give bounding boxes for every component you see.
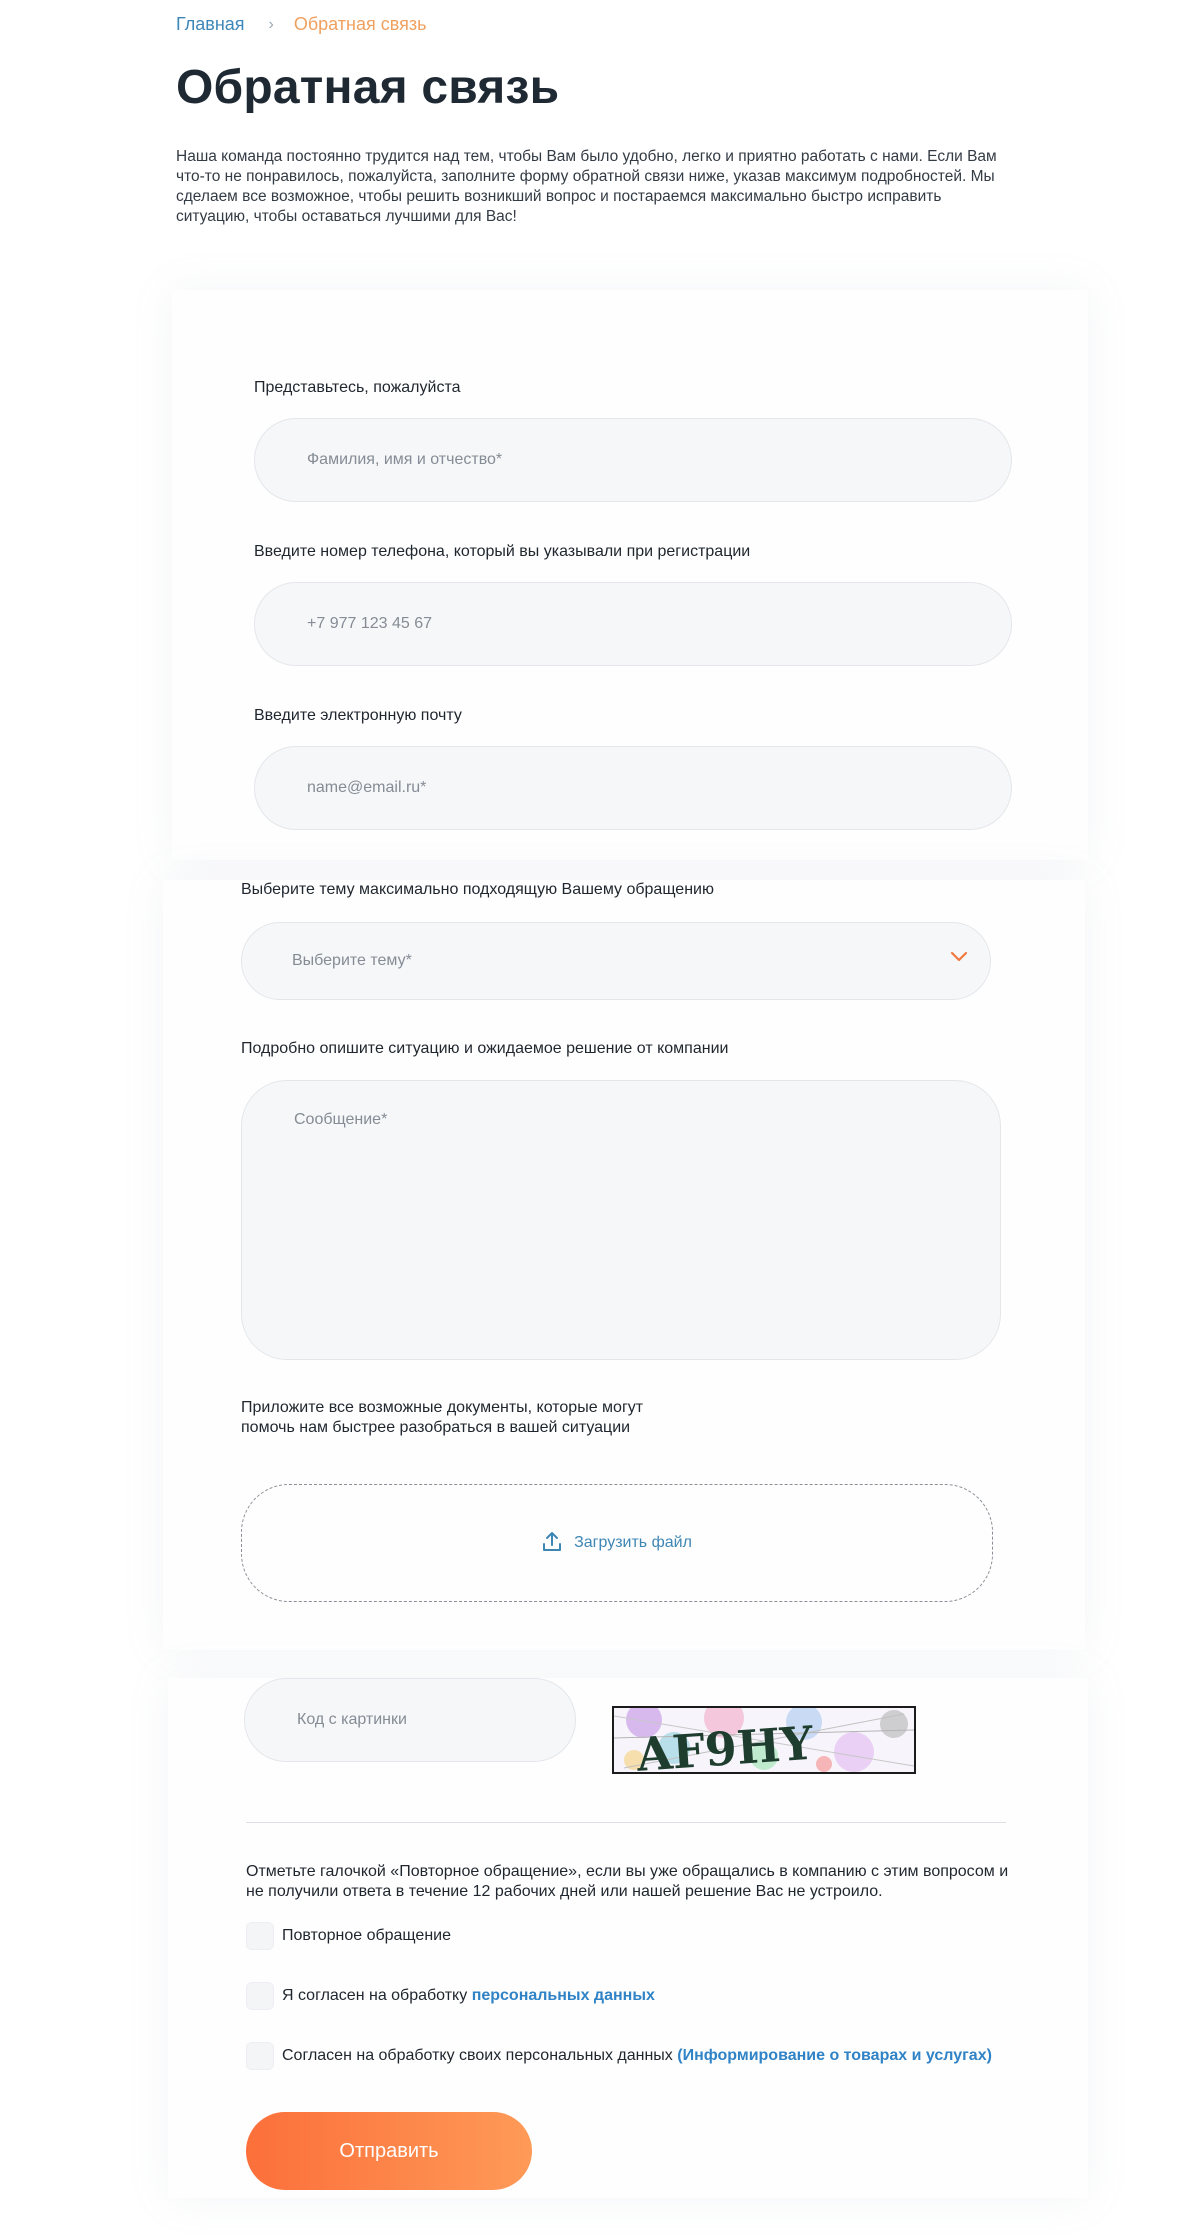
- marketing-checkbox[interactable]: [246, 2042, 274, 2070]
- topic-label: Выберите тему максимально подходящую Ваш…: [241, 881, 714, 898]
- name-label: Представьтесь, пожалуйста: [254, 379, 461, 396]
- personal-data-link[interactable]: персональных данных: [472, 1987, 655, 2005]
- phone-label: Введите номер телефона, который вы указы…: [254, 543, 751, 560]
- consent-checkbox-row[interactable]: Я согласен на обработку персональных дан…: [246, 1982, 655, 2010]
- phone-input[interactable]: +7 977 123 45 67: [254, 582, 1012, 666]
- captcha-image: AF9HY: [612, 1706, 916, 1774]
- breadcrumb-current: Обратная связь: [293, 14, 427, 34]
- marketing-label: Согласен на обработку своих персональных…: [282, 2047, 678, 2064]
- repeat-checkbox-row[interactable]: Повторное обращение: [246, 1922, 451, 1950]
- message-label: Подробно опишите ситуацию и ожидаемое ре…: [241, 1040, 729, 1057]
- chevron-down-icon: [950, 950, 968, 968]
- page-title: Обратная связь: [176, 61, 560, 114]
- submit-button[interactable]: Отправить: [246, 2112, 532, 2190]
- email-input[interactable]: name@email.ru*: [254, 746, 1012, 830]
- email-label: Введите электронную почту: [254, 707, 462, 724]
- topic-select[interactable]: Выберите тему*: [241, 922, 991, 1000]
- upload-label: Загрузить файл: [574, 1534, 692, 1551]
- topic-placeholder: Выберите тему*: [292, 952, 412, 969]
- consent-checkbox[interactable]: [246, 1982, 274, 2010]
- repeat-checkbox[interactable]: [246, 1922, 274, 1950]
- upload-dropzone[interactable]: Загрузить файл: [241, 1484, 993, 1602]
- form-divider: [246, 1822, 1006, 1823]
- phone-placeholder: +7 977 123 45 67: [307, 615, 433, 632]
- upload-button[interactable]: Загрузить файл: [542, 1530, 692, 1557]
- marketing-checkbox-row[interactable]: Согласен на обработку своих персональных…: [246, 2042, 992, 2070]
- breadcrumb-home-link[interactable]: Главная: [176, 14, 245, 35]
- consent-label: Я согласен на обработку: [282, 1987, 472, 2004]
- breadcrumb-separator: ›: [268, 15, 274, 33]
- attach-label-line2: помочь нам быстрее разобраться в вашей с…: [241, 1419, 631, 1436]
- upload-icon: [542, 1530, 562, 1557]
- repeat-checkbox-label: Повторное обращение: [282, 1927, 451, 1944]
- name-placeholder: Фамилия, имя и отчество*: [307, 451, 503, 468]
- email-placeholder: name@email.ru*: [307, 779, 427, 796]
- marketing-info-link[interactable]: (Информирование о товарах и услугах): [677, 2047, 992, 2065]
- breadcrumb: Главная › Обратная связь: [176, 14, 426, 35]
- name-input[interactable]: Фамилия, имя и отчество*: [254, 418, 1012, 502]
- captcha-input[interactable]: Код с картинки: [244, 1678, 576, 1762]
- repeat-note: Отметьте галочкой «Повторное обращение»,…: [246, 1863, 1009, 1900]
- intro-text: Наша команда постоянно трудится над тем,…: [176, 148, 997, 225]
- attach-label-line1: Приложите все возможные документы, котор…: [241, 1399, 644, 1416]
- captcha-placeholder: Код с картинки: [297, 1711, 407, 1728]
- message-textarea[interactable]: Сообщение*: [241, 1080, 1001, 1360]
- message-placeholder: Сообщение*: [294, 1111, 388, 1128]
